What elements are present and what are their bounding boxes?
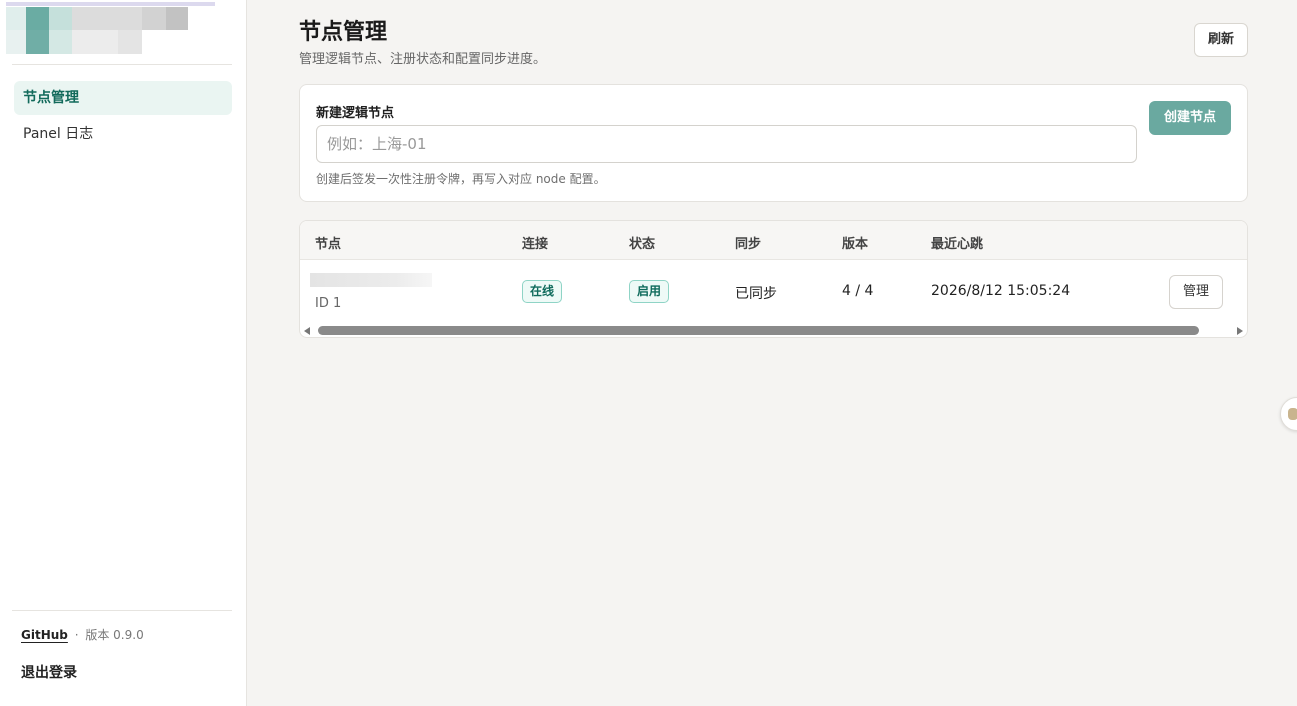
sidebar: 节点管理 Panel 日志 GitHub · 版本 0.9.0 退出登录 — [0, 0, 247, 706]
scroll-left-arrow-icon[interactable] — [304, 327, 310, 335]
table-header: 节点 连接 状态 同步 版本 最近心跳 — [300, 221, 1247, 260]
logo-pixel — [49, 7, 72, 30]
sidebar-item-panel-logs[interactable]: Panel 日志 — [14, 117, 232, 151]
column-header-status: 状态 — [629, 237, 656, 252]
github-link[interactable]: GitHub — [21, 628, 68, 642]
sidebar-footer: GitHub · 版本 0.9.0 — [21, 626, 144, 643]
floating-assistant-icon[interactable] — [1280, 397, 1297, 431]
logo-pixel — [72, 7, 142, 30]
node-name-redacted — [310, 273, 432, 287]
sidebar-item-label: Panel 日志 — [23, 126, 94, 142]
sidebar-footer-divider — [12, 610, 232, 611]
version-text: 版本 0.9.0 — [85, 628, 144, 642]
column-header-version: 版本 — [842, 237, 869, 252]
logo-pixel — [6, 30, 26, 54]
logout-button[interactable]: 退出登录 — [21, 662, 77, 682]
logo-pixel — [118, 30, 142, 54]
logo-pixel — [6, 7, 26, 30]
logo-pixel — [26, 7, 49, 30]
logo — [0, 0, 247, 64]
logo-top-bar — [6, 2, 215, 6]
version-value: 4 / 4 — [842, 283, 874, 299]
logo-pixel — [166, 7, 188, 30]
footer-separator: · — [74, 628, 79, 642]
logo-pixel — [49, 30, 72, 54]
column-header-heartbeat: 最近心跳 — [931, 237, 984, 252]
scroll-right-arrow-icon[interactable] — [1237, 327, 1243, 335]
node-id: ID 1 — [315, 296, 342, 311]
logo-pixel — [26, 30, 49, 54]
heartbeat-time: 2026/8/12 15:05:24 — [931, 283, 1071, 299]
sync-status: 已同步 — [735, 286, 777, 302]
create-node-button[interactable]: 创建节点 — [1149, 101, 1231, 135]
page-subtitle: 管理逻辑节点、注册状态和配置同步进度。 — [299, 52, 547, 67]
horizontal-scrollbar[interactable] — [300, 324, 1247, 337]
column-header-sync: 同步 — [735, 237, 762, 252]
scrollbar-thumb[interactable] — [318, 326, 1199, 335]
page-title: 节点管理 — [299, 20, 388, 45]
connection-badge: 在线 — [522, 280, 563, 303]
refresh-button[interactable]: 刷新 — [1194, 23, 1248, 57]
status-badge: 启用 — [629, 280, 670, 303]
create-node-label: 新建逻辑节点 — [316, 106, 395, 121]
sidebar-item-label: 节点管理 — [23, 90, 79, 106]
node-name-input[interactable] — [316, 125, 1137, 163]
sidebar-item-nodes[interactable]: 节点管理 — [14, 81, 232, 115]
create-node-card: 新建逻辑节点 创建后签发一次性注册令牌，再写入对应 node 配置。 创建节点 — [299, 84, 1248, 202]
manage-button[interactable]: 管理 — [1169, 275, 1223, 309]
column-header-node: 节点 — [315, 237, 342, 252]
create-help-text: 创建后签发一次性注册令牌，再写入对应 node 配置。 — [316, 172, 606, 186]
logo-pixel — [142, 7, 166, 30]
table-row: ID 1 在线 启用 已同步 4 / 4 2026/8/12 15:05:24 … — [300, 261, 1247, 323]
sidebar-divider — [12, 64, 232, 65]
logo-pixel — [72, 30, 118, 54]
column-header-connection: 连接 — [522, 237, 549, 252]
nodes-table: 节点 连接 状态 同步 版本 最近心跳 ID 1 在线 启用 已同步 4 / 4… — [299, 220, 1248, 338]
